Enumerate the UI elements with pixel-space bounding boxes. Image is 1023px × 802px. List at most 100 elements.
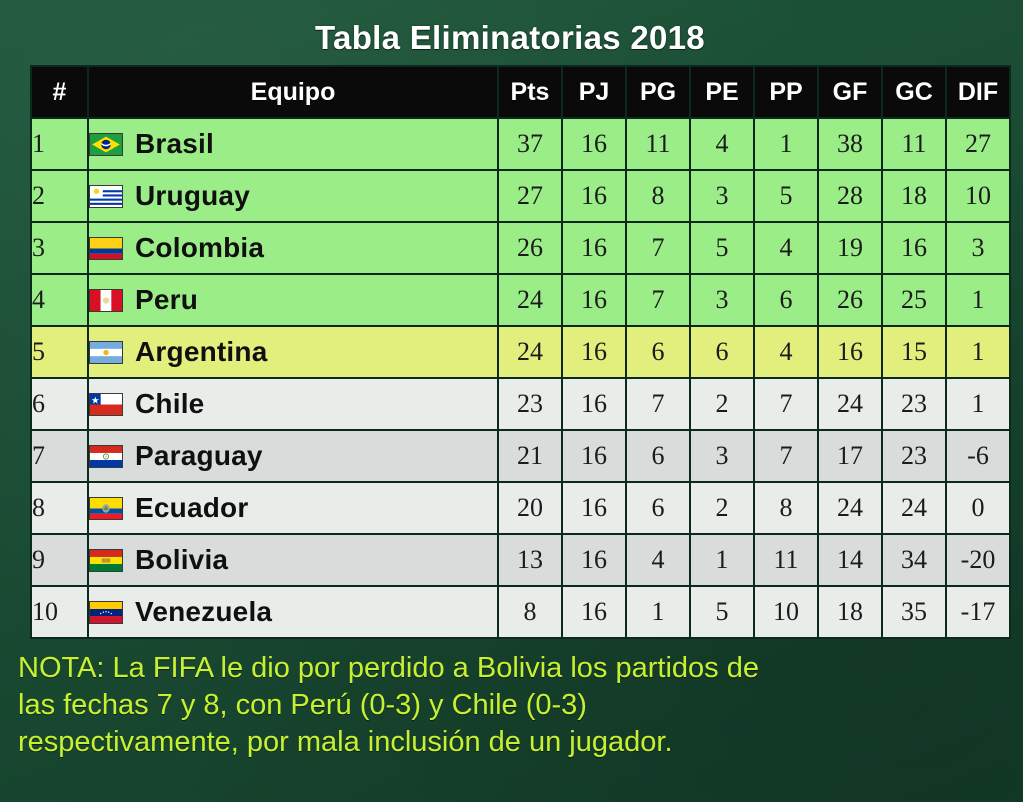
cell-gc: 16 (883, 223, 945, 273)
flag-peru-icon (89, 288, 123, 312)
cell-dif: -17 (947, 587, 1009, 637)
cell-pg: 7 (627, 379, 689, 429)
cell-team[interactable]: Brasil (89, 119, 497, 169)
cell-pj: 16 (563, 275, 625, 325)
cell-pe: 5 (691, 223, 753, 273)
cell-gf: 18 (819, 587, 881, 637)
cell-team[interactable]: Paraguay (89, 431, 497, 481)
cell-pts: 27 (499, 171, 561, 221)
flag-colombia-icon (89, 236, 123, 260)
cell-pj: 16 (563, 379, 625, 429)
cell-pts: 20 (499, 483, 561, 533)
cell-dif: 0 (947, 483, 1009, 533)
cell-gc: 24 (883, 483, 945, 533)
cell-team[interactable]: Uruguay (89, 171, 497, 221)
cell-pg: 7 (627, 275, 689, 325)
team-cell-content: Colombia (89, 232, 497, 264)
cell-dif: -6 (947, 431, 1009, 481)
cell-pg: 6 (627, 431, 689, 481)
column-header-pg[interactable]: PG (627, 67, 689, 117)
flag-ecuador-icon (89, 496, 123, 520)
flag-chile-icon (89, 392, 123, 416)
cell-pp: 11 (755, 535, 817, 585)
cell-gc: 23 (883, 379, 945, 429)
table-row[interactable]: 1 Brasil 37 16 11 4 1 38 11 27 (32, 119, 1009, 169)
cell-pp: 7 (755, 431, 817, 481)
cell-pp: 5 (755, 171, 817, 221)
cell-pts: 26 (499, 223, 561, 273)
team-name: Colombia (135, 232, 265, 263)
table-row[interactable]: 8 Ecuador 20 16 6 2 8 24 24 0 (32, 483, 1009, 533)
cell-rank: 1 (32, 119, 87, 169)
cell-pe: 2 (691, 379, 753, 429)
table-row[interactable]: 7 Paraguay 21 16 6 3 7 17 23 -6 (32, 431, 1009, 481)
table-row[interactable]: 9 Bolivia 13 16 4 1 11 14 34 -20 (32, 535, 1009, 585)
cell-dif: 1 (947, 275, 1009, 325)
column-header-dif[interactable]: DIF (947, 67, 1009, 117)
cell-team[interactable]: Venezuela (89, 587, 497, 637)
table-row[interactable]: 6 Chile 23 16 7 2 7 24 23 1 (32, 379, 1009, 429)
column-header-pts[interactable]: Pts (499, 67, 561, 117)
cell-gf: 24 (819, 379, 881, 429)
cell-rank: 5 (32, 327, 87, 377)
table-row[interactable]: 4 Peru 24 16 7 3 6 26 25 1 (32, 275, 1009, 325)
cell-team[interactable]: Peru (89, 275, 497, 325)
team-name: Bolivia (135, 544, 229, 575)
cell-team[interactable]: Bolivia (89, 535, 497, 585)
column-header-pp[interactable]: PP (755, 67, 817, 117)
cell-pj: 16 (563, 535, 625, 585)
table-row[interactable]: 2 Uruguay 27 16 8 3 5 28 18 10 (32, 171, 1009, 221)
cell-pe: 2 (691, 483, 753, 533)
team-cell-content: Paraguay (89, 440, 497, 472)
column-header-pe[interactable]: PE (691, 67, 753, 117)
cell-gc: 23 (883, 431, 945, 481)
table-row[interactable]: 3 Colombia 26 16 7 5 4 19 16 3 (32, 223, 1009, 273)
team-cell-content: Peru (89, 284, 497, 316)
cell-gf: 26 (819, 275, 881, 325)
flag-brazil-icon (89, 132, 123, 156)
cell-gc: 35 (883, 587, 945, 637)
column-header-team[interactable]: Equipo (89, 67, 497, 117)
cell-pp: 7 (755, 379, 817, 429)
cell-gf: 28 (819, 171, 881, 221)
cell-rank: 9 (32, 535, 87, 585)
cell-team[interactable]: Ecuador (89, 483, 497, 533)
cell-pj: 16 (563, 483, 625, 533)
team-name: Paraguay (135, 440, 263, 471)
page-title-bar: Tabla Eliminatorias 2018 (30, 16, 990, 60)
footnote: NOTA: La FIFA le dio por perdido a Boliv… (18, 650, 1008, 760)
column-header-rank[interactable]: # (32, 67, 87, 117)
cell-pg: 6 (627, 327, 689, 377)
team-cell-content: Ecuador (89, 492, 497, 524)
team-name: Peru (135, 284, 199, 315)
cell-pe: 3 (691, 275, 753, 325)
cell-pj: 16 (563, 119, 625, 169)
table-row[interactable]: 10 Venezuela 8 16 1 5 10 18 35 -17 (32, 587, 1009, 637)
cell-team[interactable]: Colombia (89, 223, 497, 273)
cell-rank: 2 (32, 171, 87, 221)
table-row[interactable]: 5 Argentina 24 16 6 6 4 16 15 1 (32, 327, 1009, 377)
cell-pe: 6 (691, 327, 753, 377)
cell-pts: 24 (499, 327, 561, 377)
cell-rank: 4 (32, 275, 87, 325)
cell-gf: 16 (819, 327, 881, 377)
column-header-pj[interactable]: PJ (563, 67, 625, 117)
flag-venezuela-icon (89, 600, 123, 624)
cell-gc: 18 (883, 171, 945, 221)
cell-pg: 8 (627, 171, 689, 221)
footnote-line-2: las fechas 7 y 8, con Perú (0-3) y Chile… (18, 688, 587, 721)
team-name: Ecuador (135, 492, 249, 523)
cell-pp: 1 (755, 119, 817, 169)
cell-pg: 6 (627, 483, 689, 533)
cell-pe: 3 (691, 171, 753, 221)
cell-pj: 16 (563, 431, 625, 481)
column-header-gc[interactable]: GC (883, 67, 945, 117)
team-cell-content: Uruguay (89, 180, 497, 212)
standings-table: # Equipo Pts PJ PG PE PP GF GC DIF 1 Bras… (30, 65, 1011, 639)
cell-team[interactable]: Chile (89, 379, 497, 429)
cell-team[interactable]: Argentina (89, 327, 497, 377)
cell-pj: 16 (563, 171, 625, 221)
cell-dif: 27 (947, 119, 1009, 169)
cell-gf: 38 (819, 119, 881, 169)
column-header-gf[interactable]: GF (819, 67, 881, 117)
